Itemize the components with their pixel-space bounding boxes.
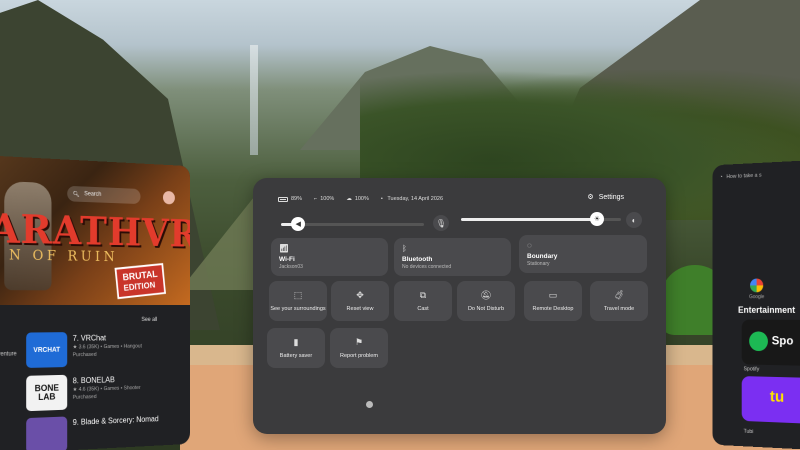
- reset-view-label: Reset view: [346, 306, 374, 312]
- item-status: Purchased: [72, 351, 97, 359]
- status-bar: 89% ⌐ 100% ☁ 100% • Tuesday, 14 April 20…: [278, 196, 443, 202]
- quick-settings-panel: 89% ⌐ 100% ☁ 100% • Tuesday, 14 April 20…: [253, 178, 666, 434]
- store-search-placeholder: Search: [84, 191, 102, 198]
- google-icon: [750, 278, 764, 293]
- spotify-card[interactable]: Spo: [741, 319, 800, 367]
- controller-right-value: 100%: [354, 196, 369, 202]
- vrchat-thumbnail: VRCHAT: [26, 332, 68, 368]
- store-search-input[interactable]: 🔍︎ Search: [67, 185, 141, 205]
- item-title: 7. VRChat: [72, 333, 107, 343]
- tubi-label: Tubi: [743, 428, 754, 436]
- wifi-label: Wi-Fi: [279, 256, 295, 263]
- browser-panel: ◔ How to take a s Google Entertainment S…: [712, 160, 800, 450]
- headset-battery: 89%: [278, 196, 302, 202]
- report-problem-label: Report problem: [340, 353, 378, 359]
- google-label: Google: [749, 294, 765, 301]
- auto-brightness-icon[interactable]: ◐: [626, 212, 642, 228]
- featured-game-banner[interactable]: ARATHVR N OF RUIN BRUTAL EDITION: [0, 155, 191, 305]
- list-item[interactable]: VRCHAT 7. VRChat ★ 3.6 (35K) • Games • H…: [26, 331, 174, 372]
- boundary-tile[interactable]: ◌ Boundary Stationary: [519, 235, 647, 273]
- travel-icon: 🧳︎: [613, 290, 625, 300]
- see-surroundings-tile[interactable]: ⬚ See your surroundings: [269, 281, 327, 321]
- controller-left-value: 100%: [320, 196, 335, 202]
- see-surroundings-label: See your surroundings: [270, 306, 326, 312]
- microphone-icon[interactable]: 🎙︎: [433, 215, 449, 231]
- brightness-fill: [461, 218, 597, 221]
- dnd-icon: 🔕︎: [480, 290, 492, 300]
- search-icon: 🔍︎: [72, 191, 80, 198]
- controller-icon: ⌐: [314, 196, 318, 202]
- category-label: venture: [0, 351, 17, 358]
- brightness-slider[interactable]: ☀: [461, 212, 621, 226]
- battery-saver-label: Battery saver: [279, 353, 313, 359]
- item-status: Purchased: [72, 394, 97, 401]
- search-icon: ◔: [719, 174, 723, 181]
- wifi-tile[interactable]: 📶︎ Wi-Fi Jackson03: [271, 238, 388, 276]
- remote-desktop-icon: ▭: [548, 290, 558, 300]
- remote-desktop-label: Remote Desktop: [532, 306, 574, 312]
- tubi-card[interactable]: tu: [741, 376, 800, 425]
- bluetooth-label: Bluetooth: [402, 256, 433, 263]
- avatar[interactable]: [162, 190, 175, 205]
- spotify-icon: [749, 331, 768, 352]
- reset-view-tile[interactable]: ✥ Reset view: [331, 281, 389, 321]
- bluetooth-icon: ᛒ: [402, 244, 407, 253]
- gear-icon: ⚙: [587, 194, 594, 201]
- spotify-label: Spotify: [743, 366, 760, 373]
- hero-subtitle: N OF RUIN: [9, 247, 119, 266]
- controller-left-battery: ⌐ 100%: [314, 196, 334, 202]
- passthrough-icon: ⬚: [293, 290, 303, 300]
- travel-mode-label: Travel mode: [603, 306, 635, 312]
- item-title: 8. BONELAB: [72, 375, 115, 386]
- list-item[interactable]: BONE LAB 8. BONELAB ★ 4.6 (35K) • Games …: [26, 372, 174, 415]
- tubi-logo-text: tu: [769, 388, 785, 406]
- brightness-icon[interactable]: ☀: [590, 212, 604, 226]
- reset-view-icon: ✥: [356, 290, 364, 300]
- waterfall: [250, 45, 258, 155]
- list-item[interactable]: 9. Blade & Sorcery: Nomad: [26, 412, 174, 450]
- date-text: • Tuesday, 14 April 2026: [380, 196, 444, 202]
- page-indicator-dot[interactable]: [366, 401, 373, 408]
- section-heading: Entertainment: [738, 305, 796, 315]
- report-problem-tile[interactable]: ⚑ Report problem: [330, 328, 388, 368]
- bonelab-thumbnail: BONE LAB: [26, 374, 68, 412]
- settings-label: Settings: [598, 193, 624, 201]
- report-icon: ⚑: [354, 337, 364, 347]
- boundary-mode: Stationary: [527, 261, 550, 267]
- boundary-label: Boundary: [527, 253, 558, 260]
- do-not-disturb-label: Do Not Disturb: [467, 306, 505, 312]
- wifi-network: Jackson03: [279, 264, 303, 270]
- battery-saver-icon: ▮: [293, 337, 299, 347]
- browser-search-text: How to take a s: [726, 172, 762, 181]
- travel-mode-tile[interactable]: 🧳︎ Travel mode: [590, 281, 648, 321]
- cast-icon: ⧉: [419, 290, 427, 300]
- cast-tile[interactable]: ⧉ Cast: [394, 281, 452, 321]
- boundary-icon: ◌: [527, 241, 532, 250]
- see-all-link[interactable]: See all: [141, 317, 157, 323]
- google-shortcut[interactable]: Google: [749, 278, 764, 300]
- battery-saver-tile[interactable]: ▮ Battery saver: [267, 328, 325, 368]
- bluetooth-status: No devices connected: [402, 264, 452, 270]
- spotify-logo-text: Spo: [771, 333, 794, 348]
- headset-battery-value: 89%: [291, 196, 303, 202]
- blade-sorcery-thumbnail: [26, 416, 68, 450]
- cast-label: Cast: [417, 306, 429, 312]
- hero-badge: BRUTAL EDITION: [114, 263, 167, 300]
- browser-search[interactable]: ◔ How to take a s: [720, 173, 762, 181]
- speaker-icon[interactable]: ◀: [291, 217, 306, 231]
- store-panel: ARATHVR N OF RUIN BRUTAL EDITION 🔍︎ Sear…: [0, 155, 191, 450]
- bluetooth-tile[interactable]: ᛒ Bluetooth No devices connected: [394, 238, 511, 276]
- settings-button[interactable]: ⚙ Settings: [587, 193, 624, 202]
- item-meta: ★ 3.6 (35K) • Games • Hangout: [72, 343, 142, 351]
- item-meta: ★ 4.6 (35K) • Games • Shooter: [72, 385, 141, 394]
- do-not-disturb-tile[interactable]: 🔕︎ Do Not Disturb: [457, 281, 515, 321]
- cloud-icon: ☁: [346, 196, 352, 202]
- controller-right-battery: ☁ 100%: [346, 196, 369, 202]
- wifi-icon: 📶︎: [279, 244, 290, 253]
- remote-desktop-tile[interactable]: ▭ Remote Desktop: [524, 281, 582, 321]
- item-title: 9. Blade & Sorcery: Nomad: [72, 414, 159, 427]
- battery-icon: [278, 196, 288, 202]
- date-value: Tuesday, 14 April 2026: [387, 196, 444, 202]
- volume-slider[interactable]: ◀: [281, 217, 424, 231]
